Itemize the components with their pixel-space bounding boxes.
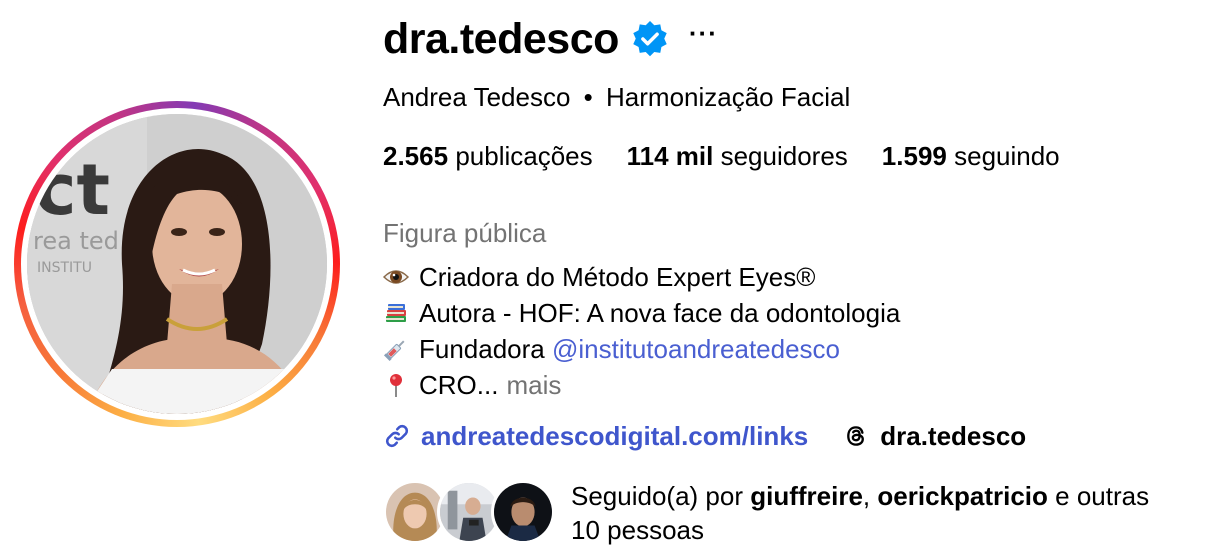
profile-avatar[interactable]: ct rea ted INSTITU <box>27 114 327 414</box>
profile-photo: ct rea ted INSTITU <box>27 114 327 414</box>
following-label: seguindo <box>954 141 1060 171</box>
website-url: andreatedescodigital.com/links <box>421 421 809 451</box>
bio-more-button[interactable]: mais <box>506 367 561 403</box>
verified-badge-icon <box>631 20 669 58</box>
profile-bio: Criadora do Método Expert Eyes® Autora -… <box>383 259 900 403</box>
followers-label: seguidores <box>720 141 848 171</box>
threads-icon <box>847 426 865 446</box>
followers-count: 114 mil <box>626 141 714 171</box>
bio-text: Criadora do Método Expert Eyes® <box>419 262 816 292</box>
followed-count: 10 pessoas <box>571 515 704 545</box>
bio-text: Autora - HOF: A nova face da odontologia <box>419 298 901 328</box>
bio-text: CRO... <box>419 370 499 400</box>
follower-avatar <box>491 480 555 544</box>
profile-subtitle: Harmonização Facial <box>606 82 851 112</box>
bio-line: CRO... mais <box>383 367 900 403</box>
following-stat[interactable]: 1.599 seguindo <box>882 139 1060 173</box>
full-name-row: Andrea Tedesco • Harmonização Facial <box>383 80 850 114</box>
followed-prefix: Seguido(a) por <box>571 481 743 511</box>
name-separator: • <box>583 82 593 112</box>
svg-text:ct: ct <box>35 149 110 231</box>
bio-line: Fundadora @institutoandreatedesco <box>383 331 900 367</box>
username: dra.tedesco <box>383 15 619 63</box>
svg-text:INSTITU: INSTITU <box>37 260 92 276</box>
profile-avatar-ring[interactable]: ct rea ted INSTITU <box>14 101 340 427</box>
bio-text: Fundadora <box>419 334 552 364</box>
avatar-gap: ct rea ted INSTITU <box>21 108 333 420</box>
eye-icon <box>383 264 409 290</box>
more-options-button[interactable]: ··· <box>689 20 718 55</box>
following-count: 1.599 <box>881 141 947 171</box>
website-link[interactable]: andreatedescodigital.com/links <box>383 418 808 454</box>
syringe-icon <box>383 336 409 362</box>
follower-avatars <box>383 480 559 546</box>
books-icon <box>383 300 409 326</box>
institute-mention-link[interactable]: @institutoandreatedesco <box>552 331 840 367</box>
threads-link[interactable]: dra.tedesco <box>842 418 1026 454</box>
follower-name[interactable]: oerickpatricio <box>877 481 1048 511</box>
username-row: dra.tedesco ··· <box>383 14 718 64</box>
links-row: andreatedescodigital.com/links dra.tedes… <box>383 418 1026 454</box>
bio-line: Autora - HOF: A nova face da odontologia <box>383 295 900 331</box>
link-icon <box>385 424 409 448</box>
followed-and-others: e outras <box>1055 481 1150 511</box>
followed-by-text: Seguido(a) por giuffreire, oerickpatrici… <box>571 479 1219 547</box>
followed-by-section[interactable]: Seguido(a) por giuffreire, oerickpatrici… <box>383 479 1219 547</box>
profile-stats: 2.565 publicações 114 mil seguidores 1.5… <box>383 139 1094 173</box>
pin-icon <box>383 372 409 398</box>
posts-count: 2.565 <box>383 141 449 171</box>
follower-name[interactable]: giuffreire <box>750 481 863 511</box>
posts-label: publicações <box>455 141 593 171</box>
svg-text:rea ted: rea ted <box>33 227 119 255</box>
posts-stat[interactable]: 2.565 publicações <box>383 139 593 173</box>
bio-line: Criadora do Método Expert Eyes® <box>383 259 900 295</box>
profile-category: Figura pública <box>383 218 547 248</box>
full-name: Andrea Tedesco <box>383 82 571 112</box>
threads-handle: dra.tedesco <box>880 421 1027 451</box>
followers-stat[interactable]: 114 mil seguidores <box>627 139 848 173</box>
followed-comma: , <box>862 481 871 511</box>
